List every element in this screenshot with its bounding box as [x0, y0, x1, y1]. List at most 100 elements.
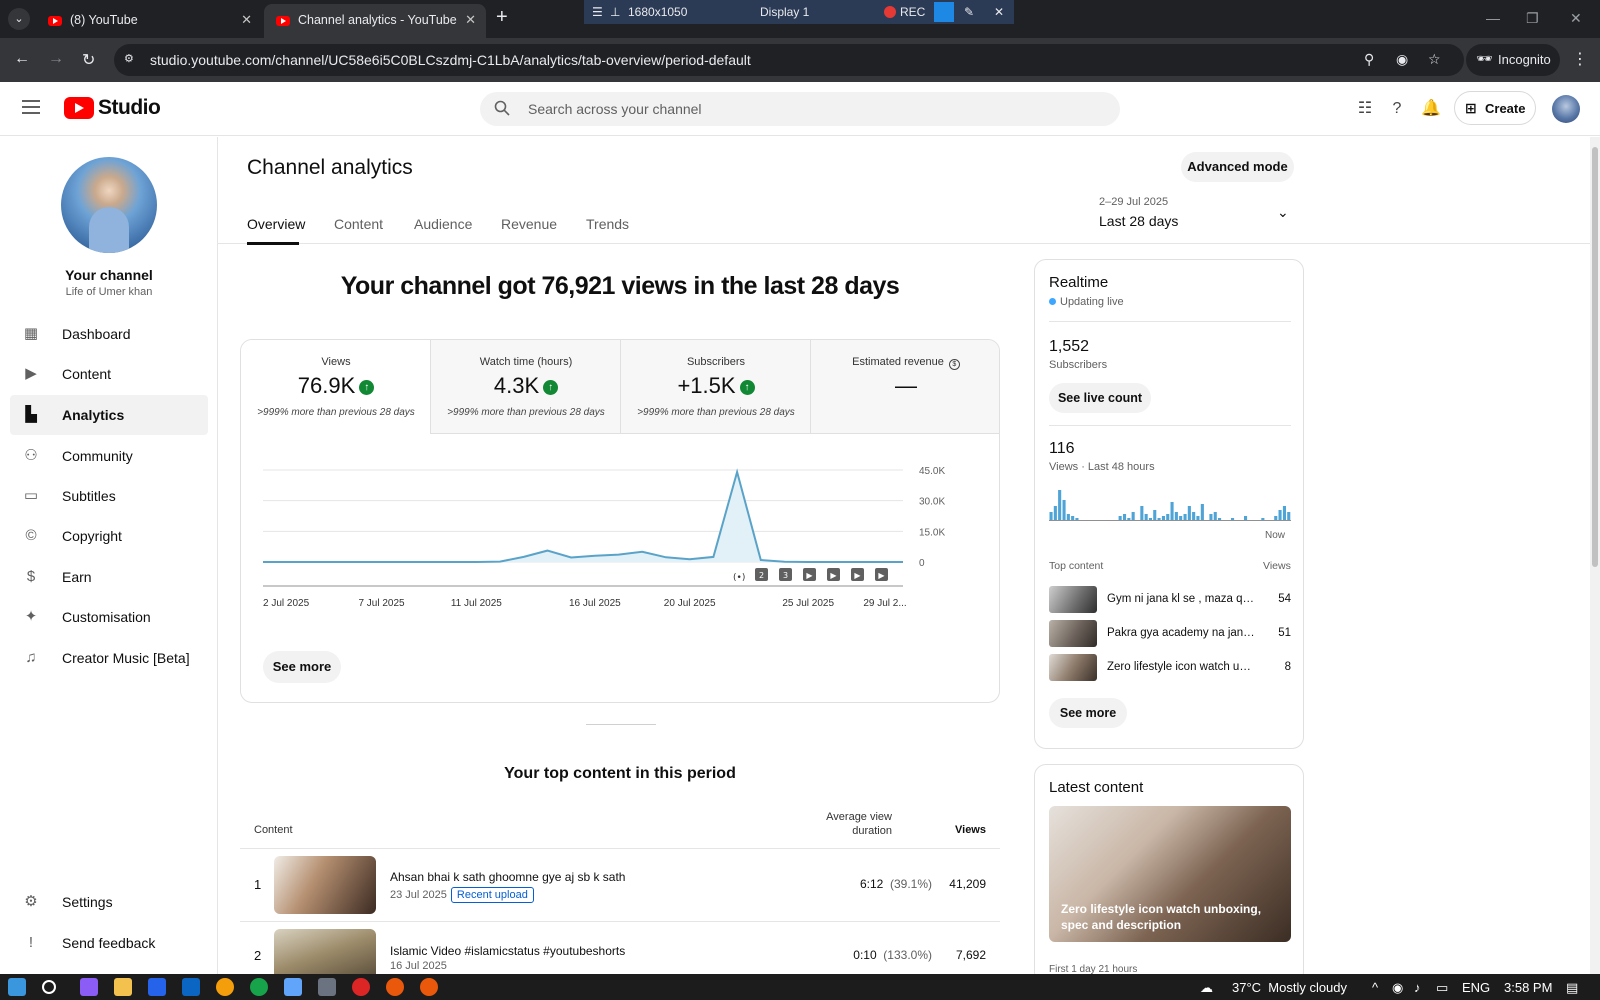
rec-label[interactable]: REC — [900, 5, 925, 19]
close-window-icon[interactable]: ✕ — [1570, 10, 1582, 27]
realtime-bar[interactable] — [1287, 512, 1291, 520]
metric-views[interactable]: Views 76.9K ↑ >999% more than previous 28… — [241, 340, 431, 434]
info-icon[interactable]: $ — [948, 359, 960, 370]
url-omnibox[interactable]: ⚙ studio.youtube.com/channel/UC58e6i5C0B… — [114, 44, 1464, 76]
tab-search-button[interactable]: ⌄ — [8, 8, 30, 30]
volume-icon[interactable]: ♪ — [1414, 980, 1421, 995]
metric-subscribers[interactable]: Subscribers +1.5K ↑ >999% more than previ… — [621, 340, 811, 434]
video-title[interactable]: Zero lifestyle icon watch unb... — [1107, 661, 1257, 673]
table-row[interactable]: 2 Islamic Video #islamicstatus #youtubes… — [240, 922, 1000, 974]
video-title[interactable]: Pakra gya academy na jane ... — [1107, 627, 1257, 639]
see-live-count-button[interactable]: See live count — [1049, 383, 1151, 413]
realtime-bar[interactable] — [1118, 516, 1122, 520]
tab-audience[interactable]: Audience — [414, 216, 472, 232]
back-icon[interactable]: ← — [14, 50, 30, 68]
realtime-bar[interactable] — [1140, 506, 1144, 520]
sidebar-item-creator-music[interactable]: ♫ Creator Music [Beta] — [10, 638, 208, 678]
bookmark-star-icon[interactable]: ☆ — [1428, 51, 1441, 68]
url-text[interactable]: studio.youtube.com/channel/UC58e6i5C0BLC… — [150, 52, 751, 68]
realtime-bar[interactable] — [1278, 510, 1282, 520]
realtime-bar[interactable] — [1218, 518, 1222, 520]
tab-trends[interactable]: Trends — [586, 216, 629, 232]
scrollbar-thumb[interactable] — [1592, 147, 1598, 567]
tracking-eye-icon[interactable]: ◉ — [1396, 51, 1408, 68]
weather-icon[interactable]: ☁ — [1200, 980, 1213, 996]
hamburger-menu-icon[interactable] — [22, 100, 40, 114]
realtime-bar[interactable] — [1213, 512, 1217, 520]
realtime-bar[interactable] — [1179, 516, 1183, 520]
realtime-bar[interactable] — [1187, 506, 1191, 520]
realtime-bar[interactable] — [1053, 506, 1057, 520]
video-thumbnail[interactable] — [274, 929, 376, 974]
video-title[interactable]: Islamic Video #islamicstatus #youtubesho… — [390, 944, 625, 958]
realtime-bar[interactable] — [1148, 518, 1152, 520]
sidebar-item-community[interactable]: ⚇ Community — [10, 436, 208, 476]
help-icon[interactable]: ? — [1386, 98, 1408, 120]
pin-icon[interactable]: ⊥ — [610, 5, 620, 19]
realtime-bar[interactable] — [1127, 518, 1131, 520]
channel-search-input[interactable]: Search across your channel — [480, 92, 1120, 126]
create-button[interactable]: ⊞ Create — [1454, 91, 1536, 125]
close-tab-icon[interactable]: ✕ — [465, 12, 476, 28]
notes-icon[interactable] — [284, 978, 302, 996]
realtime-bar[interactable] — [1157, 518, 1161, 520]
realtime-bar[interactable] — [1062, 500, 1066, 520]
sidebar-item-send-feedback[interactable]: ! Send feedback — [10, 923, 208, 963]
realtime-content-row[interactable]: Gym ni jana kl se , maza q gya 54 — [1049, 586, 1291, 614]
views-line-chart[interactable]: 0 15.0K 30.0K 45.0K 2 Jul 2025 7 Jul 2025 11 J… — [241, 440, 1000, 640]
realtime-bar[interactable] — [1183, 514, 1187, 520]
chrome-incognito-icon[interactable] — [420, 978, 438, 996]
pen-icon[interactable]: ✎ — [964, 5, 974, 19]
close-recording-icon[interactable]: ✕ — [994, 5, 1004, 19]
video-thumbnail[interactable] — [1049, 586, 1097, 613]
notification-center-icon[interactable]: ▤ — [1566, 980, 1578, 996]
realtime-see-more-button[interactable]: See more — [1049, 698, 1127, 728]
realtime-bar[interactable] — [1196, 516, 1200, 520]
sidebar-item-settings[interactable]: ⚙ Settings — [10, 882, 208, 922]
metric-watch-time[interactable]: Watch time (hours) 4.3K ↑ >999% more than… — [431, 340, 621, 434]
reload-icon[interactable]: ↻ — [82, 50, 95, 70]
chart-see-more-button[interactable]: See more — [263, 651, 341, 683]
realtime-bar[interactable] — [1161, 516, 1165, 520]
menu-icon[interactable]: ☰ — [592, 5, 603, 19]
realtime-content-row[interactable]: Zero lifestyle icon watch unb... 8 — [1049, 654, 1291, 682]
video-thumbnail[interactable] — [1049, 620, 1097, 647]
page-scrollbar[interactable] — [1590, 137, 1600, 974]
realtime-bar[interactable] — [1144, 514, 1148, 520]
browser-menu-icon[interactable]: ⋮ — [1572, 49, 1588, 69]
realtime-bar[interactable] — [1075, 518, 1079, 520]
tab-overview[interactable]: Overview — [247, 216, 305, 232]
clock[interactable]: 3:58 PM — [1504, 980, 1552, 995]
realtime-bar[interactable] — [1209, 514, 1213, 520]
tray-overflow-icon[interactable]: ^ — [1372, 980, 1378, 995]
notifications-bell-icon[interactable]: 🔔 — [1420, 98, 1442, 120]
site-info-icon[interactable]: ⚙ — [124, 52, 138, 66]
sidebar-item-earn[interactable]: $ Earn — [10, 557, 208, 597]
table-row[interactable]: 1 Ahsan bhai k sath ghoomne gye aj sb k … — [240, 849, 1000, 921]
recorder-icon[interactable] — [352, 978, 370, 996]
col-header-views[interactable]: Views — [940, 824, 986, 836]
realtime-bar[interactable] — [1174, 512, 1178, 520]
realtime-bar[interactable] — [1123, 514, 1127, 520]
copilot-icon[interactable] — [80, 978, 98, 996]
forward-icon[interactable]: → — [48, 50, 64, 68]
realtime-bar[interactable] — [1071, 516, 1075, 520]
latest-video-thumbnail[interactable]: Zero lifestyle icon watch unboxing, spec… — [1049, 806, 1291, 942]
zoom-icon[interactable]: ⚲ — [1364, 51, 1374, 68]
metric-estimated-revenue[interactable]: Estimated revenue $ — — [811, 340, 999, 434]
store-icon[interactable] — [148, 978, 166, 996]
realtime-bar[interactable] — [1231, 518, 1235, 520]
calculator-icon[interactable] — [318, 978, 336, 996]
video-title[interactable]: Gym ni jana kl se , maza q gya — [1107, 593, 1257, 605]
outlook-icon[interactable] — [182, 978, 200, 996]
video-title[interactable]: Ahsan bhai k sath ghoomne gye aj sb k sa… — [390, 870, 625, 884]
realtime-bar[interactable] — [1153, 510, 1157, 520]
weather-text[interactable]: 37°C Mostly cloudy — [1232, 980, 1347, 995]
sidebar-item-dashboard[interactable]: ▦ Dashboard — [10, 314, 208, 354]
file-explorer-icon[interactable] — [114, 978, 132, 996]
realtime-bar[interactable] — [1192, 512, 1196, 520]
realtime-bar[interactable] — [1274, 516, 1278, 520]
edge-icon[interactable] — [250, 978, 268, 996]
col-header-avg-duration[interactable]: Average view duration — [810, 810, 892, 838]
minimize-icon[interactable]: — — [1486, 10, 1500, 26]
